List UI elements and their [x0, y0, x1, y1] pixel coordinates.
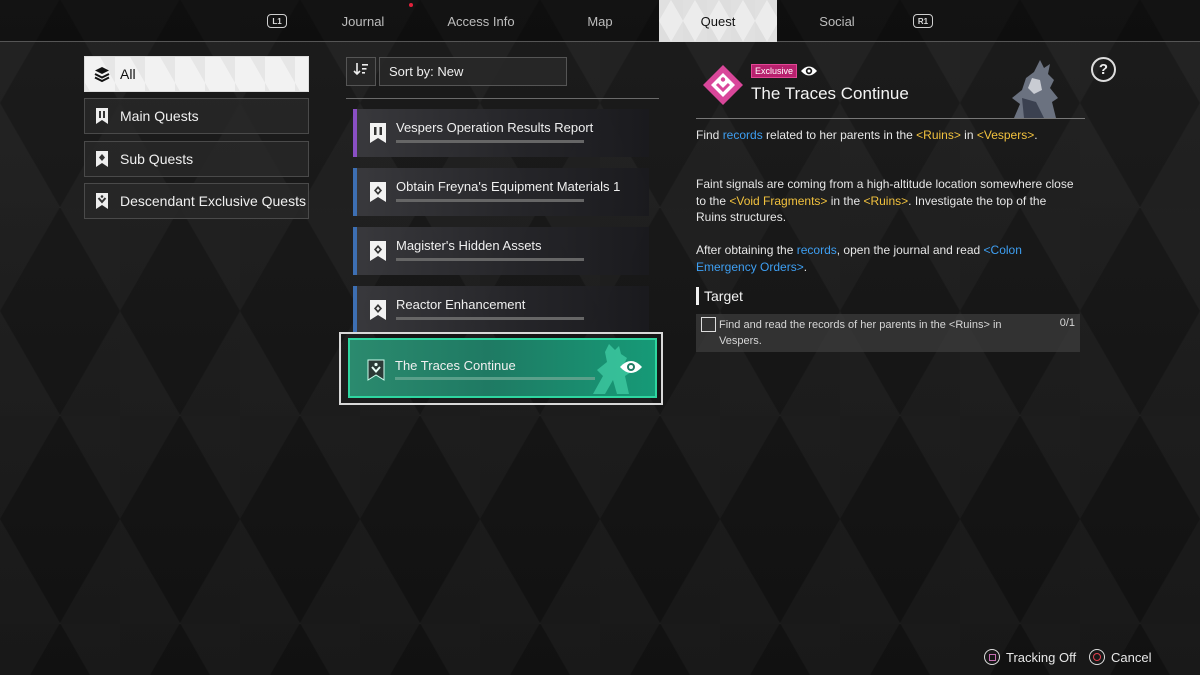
sort-descending-icon	[353, 62, 369, 81]
quest-description-paragraph-2: Faint signals are coming from a high-alt…	[696, 176, 1076, 226]
quest-title: Obtain Freyna's Equipment Materials 1	[396, 179, 621, 194]
sort-label: Sort by: New	[389, 64, 464, 79]
sub-quest-icon	[368, 299, 388, 321]
tab-quest[interactable]: Quest	[659, 0, 777, 42]
description-text: .	[803, 259, 808, 274]
objective-row: Find and read the records of her parents…	[696, 314, 1080, 352]
divider	[696, 118, 1085, 119]
category-main-quests[interactable]: Main Quests	[84, 98, 309, 134]
quest-title: Reactor Enhancement	[396, 297, 526, 312]
description-text: Find	[696, 128, 723, 142]
description-text: in the	[827, 193, 864, 208]
circle-button-icon	[1089, 649, 1105, 665]
sub-quest-icon	[368, 181, 388, 203]
quest-item-obtain-freynas-equipment-materials-1[interactable]: Obtain Freyna's Equipment Materials 1	[353, 168, 649, 216]
layers-icon	[93, 65, 111, 83]
location-highlight: <Vespers>	[976, 128, 1035, 142]
objective-checkbox	[701, 317, 716, 332]
footer-label: Tracking Off	[1006, 649, 1077, 665]
quest-progress-bar	[396, 199, 584, 202]
objective-progress: 0/1	[1059, 317, 1075, 329]
quest-item-vespers-operation-results-report[interactable]: Vespers Operation Results Report	[353, 109, 649, 157]
exclusive-quest-icon	[93, 192, 111, 210]
category-label: Sub Quests	[120, 151, 194, 167]
sort-order-button[interactable]	[346, 57, 376, 86]
eye-icon	[619, 359, 643, 375]
location-highlight: <Ruins>	[916, 128, 961, 142]
quest-item-magisters-hidden-assets[interactable]: Magister's Hidden Assets	[353, 227, 649, 275]
exclusive-badge: Exclusive	[751, 64, 798, 78]
quest-title: Magister's Hidden Assets	[396, 238, 542, 253]
category-all[interactable]: All	[84, 56, 309, 92]
description-text: related to her parents in the	[762, 128, 917, 142]
square-button-icon	[984, 649, 1000, 665]
sort-dropdown[interactable]: Sort by: New	[379, 57, 567, 86]
description-text: .	[1034, 128, 1038, 142]
l1-button-icon[interactable]: L1	[267, 14, 287, 28]
r1-button-icon[interactable]: R1	[913, 14, 933, 28]
quest-description-paragraph-3: After obtaining the records, open the jo…	[696, 242, 1076, 275]
description-text: in	[960, 128, 977, 142]
main-quest-icon	[368, 122, 388, 144]
description-text: , open the journal and read	[836, 243, 984, 257]
objective-text: Find and read the records of her parents…	[719, 319, 1002, 347]
sub-quest-icon	[368, 240, 388, 262]
quest-progress-bar	[396, 140, 584, 143]
quest-progress-bar	[396, 258, 584, 261]
quest-description-paragraph-1: Find records related to her parents in t…	[696, 127, 1076, 144]
tab-social[interactable]: Social	[778, 0, 896, 42]
sub-quest-icon	[93, 150, 111, 168]
quest-title: The Traces Continue	[395, 358, 516, 373]
keyword-highlight: records	[796, 243, 837, 257]
target-heading: Target	[696, 287, 743, 305]
cancel-button[interactable]: Cancel	[1089, 648, 1151, 666]
category-label: Main Quests	[120, 108, 199, 124]
tab-journal[interactable]: Journal	[304, 0, 422, 42]
category-label: Descendant Exclusive Quests	[120, 193, 306, 209]
quest-item-the-traces-continue[interactable]: The Traces Continue	[348, 338, 657, 398]
quest-item-reactor-enhancement[interactable]: Reactor Enhancement	[353, 286, 649, 334]
main-quest-icon	[93, 107, 111, 125]
exclusive-quest-emblem-icon	[702, 64, 744, 106]
eye-icon	[800, 64, 818, 78]
divider	[346, 98, 659, 99]
location-highlight: <Void Fragments>	[729, 193, 828, 208]
help-button[interactable]: ?	[1091, 57, 1116, 82]
footer-label: Cancel	[1111, 649, 1152, 665]
quest-detail-title: The Traces Continue	[751, 84, 909, 103]
tab-map[interactable]: Map	[541, 0, 659, 42]
top-navigation: L1 Journal Access Info Map Quest Social …	[0, 0, 1200, 42]
quest-title: Vespers Operation Results Report	[396, 120, 594, 135]
location-highlight: <Ruins>	[863, 193, 909, 208]
category-sub-quests[interactable]: Sub Quests	[84, 141, 309, 177]
quest-progress-bar	[396, 317, 584, 320]
category-label: All	[120, 66, 136, 82]
category-descendant-exclusive-quests[interactable]: Descendant Exclusive Quests	[84, 183, 309, 219]
description-text: After obtaining the	[696, 243, 797, 257]
tab-access-info[interactable]: Access Info	[422, 0, 540, 42]
exclusive-quest-icon	[366, 359, 386, 381]
notification-dot	[409, 3, 413, 7]
tracking-off-button[interactable]: Tracking Off	[984, 648, 1076, 666]
character-portrait-icon	[1000, 58, 1068, 120]
quest-progress-bar	[395, 377, 595, 380]
keyword-highlight: records	[722, 128, 763, 142]
